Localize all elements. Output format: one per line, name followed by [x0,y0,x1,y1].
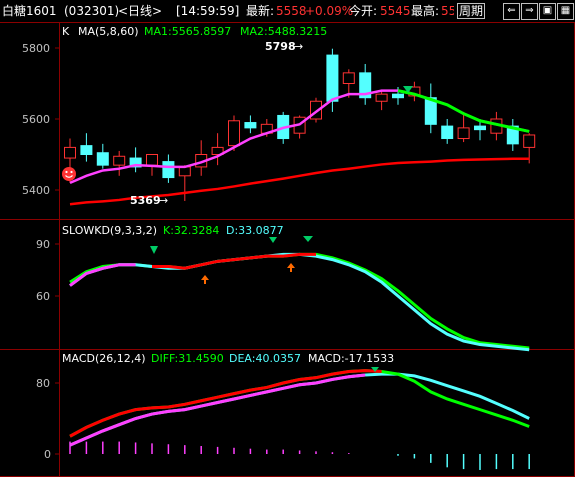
kd-buy-arrow-icon [287,263,295,272]
macd-value-label: MACD:-17.1533 [308,352,394,365]
kline-ytick-5600: 5600 [22,113,50,126]
candle-down[interactable] [244,122,257,129]
candle-up[interactable] [228,120,240,147]
kd-sell-arrow-icon [269,237,277,243]
candle-up[interactable] [342,72,355,84]
candle-up[interactable] [457,127,470,140]
macd-name-label: MACD(26,12,4) [62,352,146,365]
macd-diff-label: DIFF:31.4590 [151,352,224,365]
candle-down[interactable] [441,125,454,140]
kline-ytick-5800: 5800 [22,42,50,55]
candle-down[interactable] [80,145,93,155]
macd-histogram [69,441,530,470]
candle-up[interactable] [113,155,126,166]
kd-d-line [69,252,530,350]
candle-down[interactable] [326,54,339,102]
kd-ytick-90: 90 [36,238,50,251]
chart-window: 白糖1601 (032301) <日线> [14:59:59] 最新: 5558… [0,0,575,477]
candle-down[interactable] [96,152,109,166]
kline-high-arrow-icon: → [294,40,303,53]
kd-sell-arrow-icon [303,236,313,242]
candle-up[interactable] [375,93,388,102]
kline-high-annotation: 5798 [265,40,296,53]
candle-down[interactable] [392,93,404,99]
smiley-icon [62,167,76,181]
kline-ma-label: MA(5,8,60) [78,25,139,38]
candle-up[interactable] [178,166,191,177]
kline-ma2-label: MA2:5488.3215 [240,25,327,38]
kd-name-label: SLOWKD(9,3,3,2) [62,224,157,237]
kd-sell-arrow-icon [150,246,158,254]
kline-k-label: K [62,25,70,38]
chart-canvas: K MA(5,8,60) MA1:5565.8597 MA2:5488.3215… [0,22,575,477]
macd-dea-up-segment [69,373,366,447]
kd-d-label: D:33.0877 [226,224,284,237]
candle-down[interactable] [162,161,175,179]
candle-up[interactable] [64,146,76,159]
macd-ytick-0: 0 [44,448,51,461]
macd-ytick-80: 80 [36,377,50,390]
kline-low-annotation: 5369 [130,194,161,207]
macd-dea-label: DEA:40.0357 [229,352,301,365]
kd-ytick-60: 60 [36,290,50,303]
kline-ma1-label: MA1:5565.8597 [144,25,231,38]
kd-buy-arrow-icon [201,275,209,284]
kd-k-label: K:32.3284 [163,224,219,237]
kline-low-arrow-icon: → [159,194,168,207]
candle-up[interactable] [523,134,536,148]
candle-down[interactable] [474,125,486,131]
kline-ytick-5400: 5400 [22,184,50,197]
candle-up[interactable] [146,154,158,166]
